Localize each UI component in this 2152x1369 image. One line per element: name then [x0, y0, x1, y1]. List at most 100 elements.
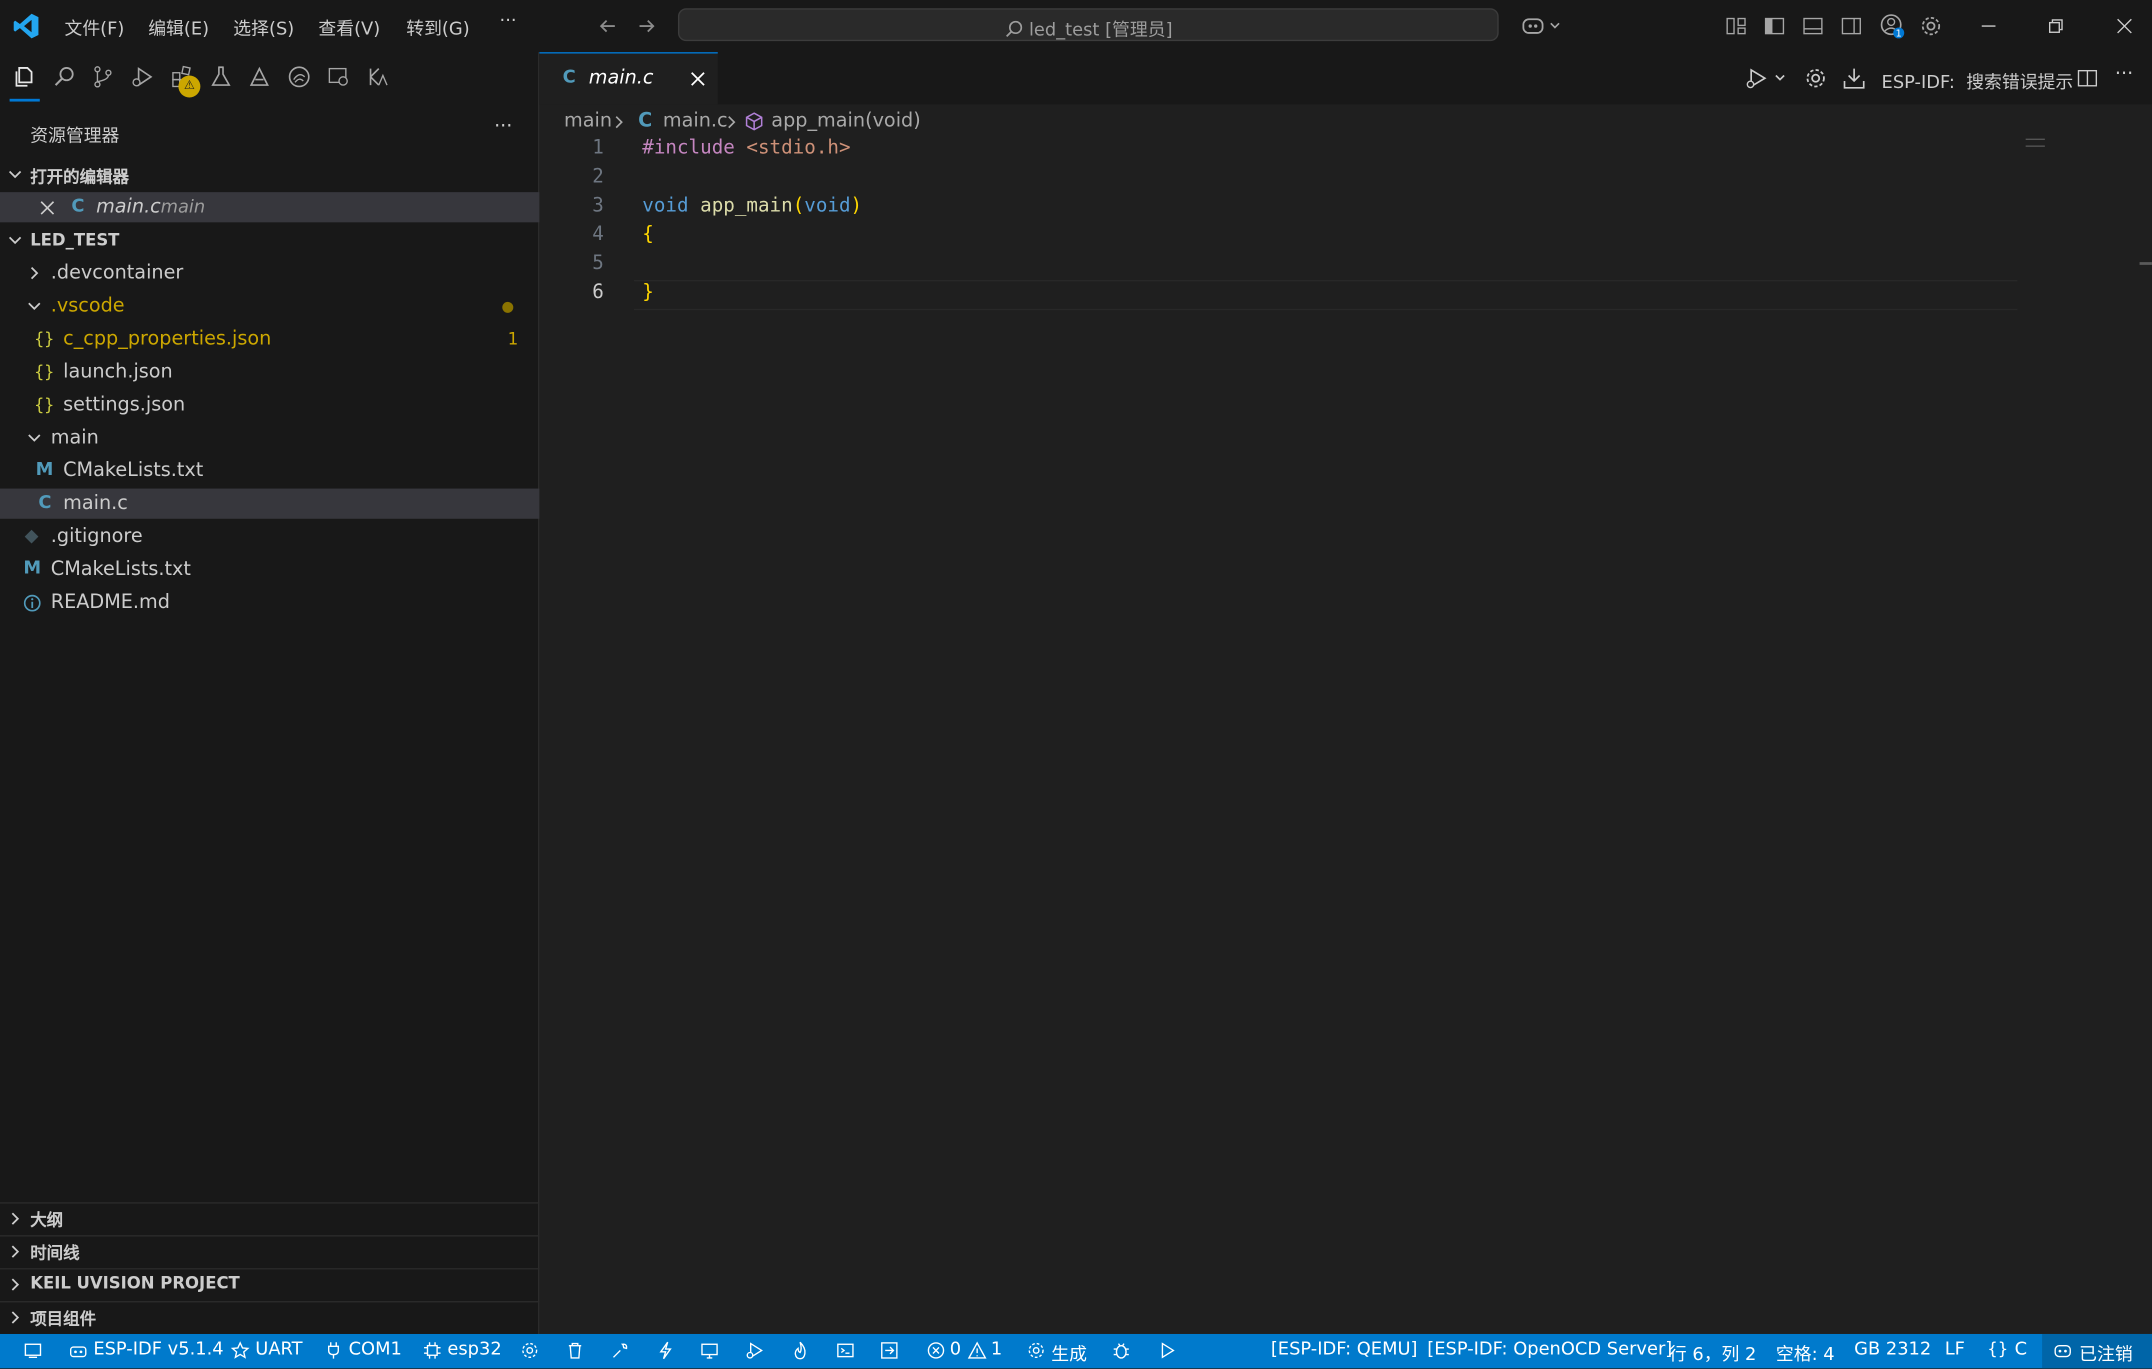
esp-idf-explorer-icon[interactable]: [247, 65, 272, 90]
menu-view[interactable]: 查看(V): [318, 14, 380, 40]
trash-icon[interactable]: [565, 1341, 584, 1360]
esp-idf-settings-gear-icon[interactable]: [1803, 66, 1828, 91]
svg-text:1: 1: [1896, 28, 1902, 39]
close-tab-icon[interactable]: [690, 71, 705, 86]
esp-idf-version-icon: [69, 1346, 87, 1358]
toggle-primary-sidebar-icon[interactable]: [1764, 15, 1786, 37]
command-center-search[interactable]: led_test [管理员]: [677, 8, 1499, 42]
line-number: 2: [592, 166, 604, 189]
breadcrumb-folder[interactable]: main: [564, 110, 612, 132]
section-timeline[interactable]: 时间线: [0, 1235, 540, 1265]
status-uart[interactable]: UART: [255, 1339, 302, 1360]
run-code-icon[interactable]: [1744, 66, 1791, 91]
warning-icon[interactable]: [967, 1341, 987, 1360]
menu-more[interactable]: ···: [500, 11, 517, 32]
section-label: KEIL UVISION PROJECT: [30, 1273, 240, 1293]
terminal-icon[interactable]: [836, 1341, 855, 1360]
menu-edit[interactable]: 编辑(E): [148, 14, 209, 40]
tree-item-gitignore[interactable]: .gitignore: [0, 522, 539, 552]
close-window-icon[interactable]: [2115, 16, 2134, 35]
chevron-right-icon: [11, 1212, 20, 1225]
tree-item-launch-json[interactable]: {} launch.json: [0, 357, 539, 387]
sdkconfig-gear-icon[interactable]: [520, 1341, 539, 1360]
toggle-panel-icon[interactable]: [1802, 15, 1824, 37]
status-build[interactable]: 生成: [1051, 1339, 1087, 1366]
chevron-right-icon: [11, 1245, 20, 1258]
section-label: 时间线: [30, 1243, 80, 1263]
tree-item-main-cmakelists[interactable]: M CMakeLists.txt: [0, 456, 539, 486]
chevron-right-icon: [11, 1278, 20, 1291]
search-view-icon[interactable]: [52, 65, 77, 90]
status-cursor-position[interactable]: 行 6，列 2: [1669, 1339, 1757, 1366]
token-directive: #include: [642, 137, 735, 160]
breadcrumb-file[interactable]: main.c: [663, 110, 728, 132]
tree-item-root-cmakelists[interactable]: M CMakeLists.txt: [0, 554, 539, 584]
code-editor[interactable]: 1 #include <stdio.h> 2 3 void app_main(v…: [0, 137, 2152, 329]
chip-icon: [424, 1342, 441, 1359]
flame-icon[interactable]: [791, 1341, 810, 1360]
remote-window-icon[interactable]: [23, 1341, 42, 1360]
copilot-status-icon[interactable]: [2053, 1341, 2072, 1360]
error-icon[interactable]: [926, 1341, 945, 1360]
tree-item-main-folder[interactable]: main: [0, 423, 539, 453]
tree-item-label: settings.json: [63, 393, 186, 416]
breadcrumb-symbol[interactable]: app_main(void): [771, 110, 920, 132]
editor-more-actions[interactable]: ···: [2115, 63, 2133, 85]
testing-flask-icon[interactable]: [209, 65, 234, 90]
keil-project-icon[interactable]: [365, 65, 390, 90]
run-icon[interactable]: [1157, 1341, 1176, 1360]
bug-icon[interactable]: [1112, 1341, 1131, 1360]
breadcrumb-separator-icon: [615, 116, 623, 129]
status-target[interactable]: esp32: [447, 1339, 501, 1360]
esp-idf-search-error-hint[interactable]: ESP-IDF: 搜索错误提示: [1882, 67, 2074, 94]
tree-item-readme[interactable]: README.md: [0, 587, 539, 617]
status-indentation[interactable]: 空格: 4: [1776, 1339, 1835, 1366]
status-language[interactable]: C: [2015, 1339, 2027, 1360]
status-eol[interactable]: LF: [1945, 1339, 1965, 1360]
run-and-debug-icon[interactable]: [130, 65, 155, 90]
status-openocd[interactable]: [ESP-IDF: OpenOCD Server]: [1427, 1339, 1672, 1360]
status-port[interactable]: COM1: [349, 1339, 402, 1360]
minimize-window-icon[interactable]: [1979, 16, 1998, 35]
tree-item-main-c[interactable]: C main.c: [0, 488, 540, 519]
debug-icon[interactable]: [745, 1341, 764, 1360]
split-editor-icon[interactable]: [2075, 66, 2100, 91]
line-number: 5: [592, 252, 604, 275]
accounts-icon[interactable]: 1: [1879, 12, 1906, 39]
vscode-logo-icon: [13, 13, 39, 39]
wrench-icon[interactable]: [611, 1341, 630, 1360]
status-warning-count[interactable]: 1: [991, 1339, 1002, 1360]
cmake-file-icon: M: [23, 558, 42, 580]
espressif-logo-icon[interactable]: [287, 65, 312, 90]
command-center-text: led_test [管理员]: [1028, 20, 1173, 42]
status-error-count[interactable]: 0: [950, 1339, 961, 1360]
explorer-more-actions[interactable]: ···: [494, 115, 512, 137]
source-control-icon[interactable]: [91, 65, 116, 90]
menu-file[interactable]: 文件(F): [65, 14, 125, 40]
tab-main-c[interactable]: C main.c: [539, 52, 718, 105]
section-keil-project[interactable]: KEIL UVISION PROJECT: [0, 1268, 540, 1298]
back-arrow-icon[interactable]: [597, 15, 619, 37]
monitor-icon[interactable]: [700, 1341, 719, 1360]
forward-arrow-icon[interactable]: [635, 15, 657, 37]
tree-item-settings-json[interactable]: {} settings.json: [0, 390, 539, 420]
toggle-secondary-sidebar-icon[interactable]: [1840, 15, 1862, 37]
settings-gear-icon[interactable]: [1919, 14, 1944, 39]
build-flash-monitor-icon[interactable]: [880, 1341, 899, 1360]
remote-explorer-icon[interactable]: [327, 65, 352, 90]
section-outline[interactable]: 大纲: [0, 1202, 540, 1232]
customize-layout-icon[interactable]: [1725, 15, 1747, 37]
menu-go[interactable]: 转到(G): [406, 14, 469, 40]
c-file-icon: C: [638, 109, 653, 132]
menu-selection[interactable]: 选择(S): [233, 14, 294, 40]
copilot-icon[interactable]: [1521, 14, 1562, 39]
flash-icon[interactable]: [656, 1341, 675, 1360]
status-account[interactable]: 已注销: [2079, 1339, 2133, 1366]
explorer-icon[interactable]: [12, 65, 37, 90]
esp-idf-download-icon[interactable]: [1842, 66, 1867, 91]
restore-window-icon[interactable]: [2046, 16, 2065, 35]
section-project-components[interactable]: 项目组件: [0, 1301, 540, 1331]
status-encoding[interactable]: GB 2312: [1854, 1339, 1931, 1360]
status-idf-version[interactable]: ESP-IDF v5.1.4: [93, 1339, 223, 1360]
status-qemu[interactable]: [ESP-IDF: QEMU]: [1271, 1339, 1418, 1360]
